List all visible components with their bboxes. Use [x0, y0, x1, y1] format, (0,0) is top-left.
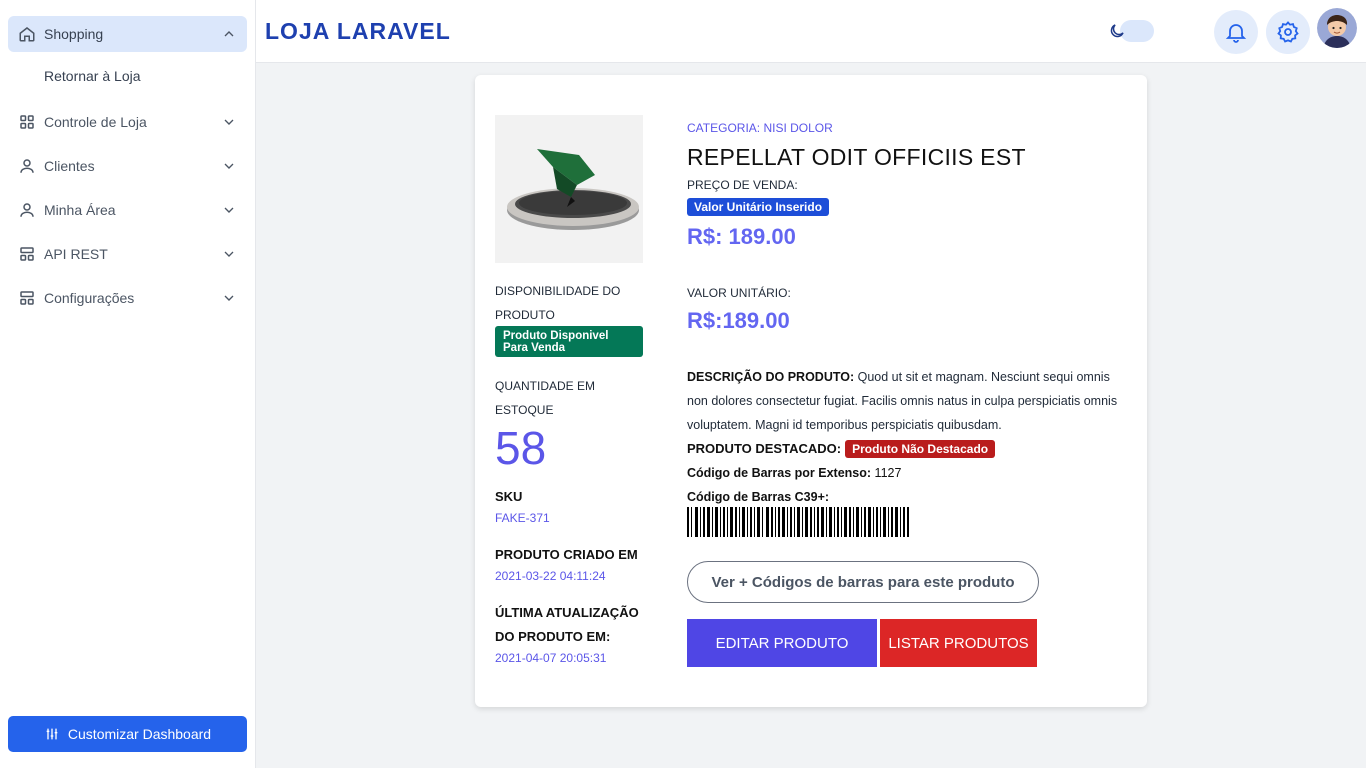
availability-label-1: DISPONIBILIDADE DO	[495, 284, 621, 298]
sku-label: SKU	[495, 489, 523, 504]
unit-value-badge: Valor Unitário Inserido	[687, 198, 830, 216]
featured-row: PRODUTO DESTACADO: Produto Não Destacado	[687, 437, 996, 461]
list-products-button[interactable]: LISTAR PRODUTOS	[880, 619, 1037, 667]
availability-badge-line-1: Produto Disponivel	[503, 330, 609, 342]
sidebar-item-label: Clientes	[44, 158, 95, 174]
updated-label-2: DO PRODUTO EM:	[495, 629, 611, 644]
sidebar-item-controle-de-loja[interactable]: Controle de Loja	[8, 104, 247, 140]
product-card: DISPONIBILIDADE DO PRODUTO Produto Dispo…	[475, 75, 1147, 707]
chevron-down-icon	[221, 246, 237, 262]
sidebar-item-label: Minha Área	[44, 202, 116, 218]
more-barcodes-button[interactable]: Ver + Códigos de barras para este produt…	[687, 561, 1039, 603]
sidebar-item-shopping[interactable]: Shopping	[8, 16, 247, 52]
chevron-up-icon	[221, 26, 237, 42]
stock-quantity: 58	[495, 422, 547, 474]
barcode-ext-value: 1127	[874, 466, 902, 480]
bell-icon	[1225, 24, 1247, 43]
sidebar-item-configuracoes[interactable]: Configurações	[8, 280, 247, 316]
top-header: LOJA LARAVEL	[256, 0, 1366, 63]
availability-badge-line-2: Para Venda	[503, 342, 566, 354]
user-icon	[18, 201, 36, 219]
dark-mode-toggle[interactable]	[1108, 20, 1154, 42]
brand-title[interactable]: LOJA LARAVEL	[265, 18, 451, 45]
updated-value: 2021-04-07 20:05:31	[495, 651, 607, 665]
barcode-c39-label: Código de Barras C39+:	[687, 490, 830, 504]
user-avatar[interactable]	[1317, 8, 1357, 48]
sidebar-subitem-return-store[interactable]: Retornar à Loja	[44, 68, 141, 84]
product-title: REPELLAT ODIT OFFICIIS EST	[687, 144, 1026, 170]
avatar-image	[1317, 8, 1357, 48]
unit-value-label: VALOR UNITÁRIO:	[687, 286, 791, 300]
notifications-button[interactable]	[1214, 10, 1258, 54]
sidebar-item-api-rest[interactable]: API REST	[8, 236, 247, 272]
product-image	[495, 115, 643, 263]
barcode-image	[687, 507, 909, 537]
product-category: CATEGORIA: NISI DOLOR	[687, 121, 833, 135]
featured-badge: Produto Não Destacado	[845, 440, 996, 458]
product-description: DESCRIÇÃO DO PRODUTO: Quod ut sit et mag…	[687, 365, 1127, 437]
sidebar-item-label: Controle de Loja	[44, 114, 147, 130]
settings-button[interactable]	[1266, 10, 1310, 54]
sliders-icon	[46, 728, 58, 740]
barcode-ext-row: Código de Barras por Extenso: 1127	[687, 461, 901, 485]
sidebar: Shopping Retornar à Loja Controle de Loj…	[0, 0, 256, 768]
stock-label-2: ESTOQUE	[495, 403, 554, 417]
stock-label-1: QUANTIDADE EM	[495, 379, 596, 393]
created-value: 2021-03-22 04:11:24	[495, 569, 606, 583]
customize-dashboard-button[interactable]: Customizar Dashboard	[8, 716, 247, 752]
description-label: DESCRIÇÃO DO PRODUTO:	[687, 370, 855, 384]
customize-dashboard-label: Customizar Dashboard	[67, 726, 212, 742]
barcode-ext-label: Código de Barras por Extenso:	[687, 466, 872, 480]
moon-icon	[1110, 24, 1124, 38]
home-icon	[18, 25, 36, 43]
availability-badge: Produto Disponivel Para Venda	[495, 326, 643, 357]
featured-label: PRODUTO DESTACADO:	[687, 441, 842, 456]
chevron-down-icon	[221, 202, 237, 218]
sale-price-label: PREÇO DE VENDA:	[687, 178, 798, 192]
chevron-down-icon	[221, 290, 237, 306]
layout-icon	[18, 245, 36, 263]
user-icon	[18, 157, 36, 175]
sidebar-item-label: API REST	[44, 246, 108, 262]
chevron-down-icon	[221, 158, 237, 174]
layout-icon	[18, 289, 36, 307]
sale-price: R$: 189.00	[687, 224, 796, 249]
availability-label-2: PRODUTO	[495, 308, 555, 322]
sidebar-item-clientes[interactable]: Clientes	[8, 148, 247, 184]
edit-product-button[interactable]: EDITAR PRODUTO	[687, 619, 877, 667]
unit-value: R$:189.00	[687, 308, 790, 333]
sidebar-item-label: Shopping	[44, 26, 104, 42]
grid-icon	[18, 113, 36, 131]
created-label: PRODUTO CRIADO EM	[495, 547, 638, 562]
sidebar-item-minha-area[interactable]: Minha Área	[8, 192, 247, 228]
chevron-down-icon	[221, 114, 237, 130]
sidebar-item-label: Configurações	[44, 290, 135, 306]
sku-value: FAKE-371	[495, 511, 550, 525]
gear-icon	[1277, 21, 1299, 43]
updated-label-1: ÚLTIMA ATUALIZAÇÃO	[495, 605, 639, 620]
